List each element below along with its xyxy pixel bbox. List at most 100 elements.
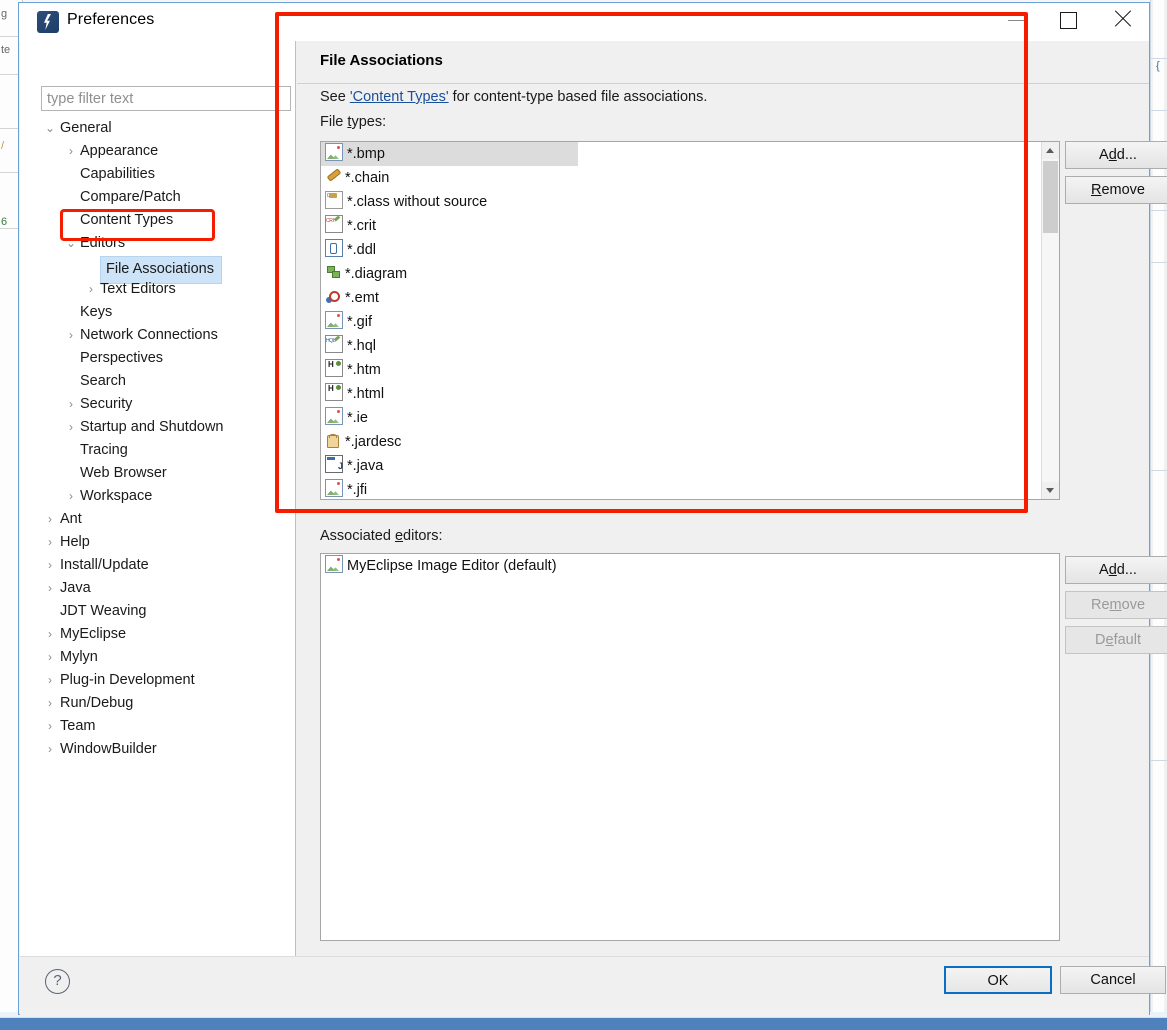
tree-item-java[interactable]: › Java — [38, 577, 296, 600]
list-item[interactable]: *.bmp — [321, 142, 578, 166]
tree-item-security[interactable]: › Security — [38, 393, 296, 416]
tree-item-editors[interactable]: ⌄ Editors — [38, 232, 296, 255]
content-types-link[interactable]: 'Content Types' — [350, 89, 449, 105]
chevron-right-icon[interactable]: › — [64, 485, 78, 508]
chevron-right-icon[interactable]: › — [43, 508, 57, 531]
filter-input[interactable] — [41, 86, 291, 111]
list-item[interactable]: *.ddl — [321, 238, 1041, 262]
tree-item-appearance[interactable]: › Appearance — [38, 140, 296, 163]
tree-item-ant[interactable]: › Ant — [38, 508, 296, 531]
tree-item-label: WindowBuilder — [60, 741, 157, 757]
preferences-tree[interactable]: ⌄ General › Appearance Capabilities Compare/P… — [38, 117, 296, 761]
list-item[interactable]: *.class without source — [321, 184, 1041, 214]
list-item[interactable]: *.jardesc — [321, 430, 1041, 454]
tree-item-label: Perspectives — [80, 350, 164, 366]
chevron-down-icon[interactable]: ⌄ — [43, 117, 57, 140]
tree-item-plug-in-development[interactable]: › Plug-in Development — [38, 669, 296, 692]
chevron-right-icon[interactable]: › — [64, 416, 78, 439]
tree-item-text-editors[interactable]: › Text Editors — [38, 278, 296, 301]
tree-item-install-update[interactable]: › Install/Update — [38, 554, 296, 577]
chevron-right-icon[interactable]: › — [64, 324, 78, 347]
maximize-button[interactable] — [1045, 3, 1091, 35]
tree-item-label: Install/Update — [60, 557, 149, 573]
tree-item-jdt-weaving[interactable]: JDT Weaving — [38, 600, 296, 623]
btn-label-pre: A — [1099, 147, 1109, 163]
list-item[interactable]: *.emt — [321, 286, 1041, 310]
list-item[interactable]: *.chain — [321, 166, 1041, 190]
tree-item-label: Security — [80, 396, 133, 412]
scroll-down-icon[interactable] — [1042, 482, 1059, 499]
help-icon[interactable]: ? — [45, 969, 70, 994]
tree-item-capabilities[interactable]: Capabilities — [38, 163, 296, 186]
file-types-remove-button[interactable]: Remove — [1065, 176, 1167, 204]
class-icon — [325, 184, 343, 209]
tree-item-mylyn[interactable]: › Mylyn — [38, 646, 296, 669]
ide-statusbar — [0, 1017, 1167, 1030]
list-item[interactable]: *.java — [321, 454, 1041, 478]
tree-item-web-browser[interactable]: Web Browser — [38, 462, 296, 485]
tree-item-content-types[interactable]: Content Types — [38, 209, 296, 232]
list-item[interactable]: *.ie — [321, 406, 1041, 430]
chevron-right-icon[interactable]: › — [43, 715, 57, 738]
dialog-footer: ? OK Cancel — [20, 956, 1166, 1015]
preferences-tree-panel: ⌄General›AppearanceCapabilitiesCompare/P… — [20, 41, 296, 956]
tree-item-label: JDT Weaving — [60, 603, 147, 619]
file-types-scrollbar[interactable] — [1041, 142, 1059, 499]
chevron-right-icon[interactable]: › — [84, 278, 98, 301]
list-item-label: MyEclipse Image Editor (default) — [347, 558, 557, 574]
list-item[interactable]: *.diagram — [321, 262, 1041, 286]
tree-item-tracing[interactable]: Tracing — [38, 439, 296, 462]
file-types-list[interactable]: *.bmp *.chain *.class without source *.crit… — [320, 141, 1060, 500]
list-item[interactable]: *.jfi — [321, 478, 1041, 502]
image-icon — [325, 555, 343, 573]
chevron-right-icon[interactable]: › — [43, 646, 57, 669]
list-item[interactable]: *.htm — [321, 353, 1041, 382]
tree-item-run-debug[interactable]: › Run/Debug — [38, 692, 296, 715]
list-item-label: *.gif — [347, 314, 372, 330]
list-item[interactable]: *.crit — [321, 209, 1041, 238]
tree-item-general[interactable]: ⌄ General — [38, 117, 296, 140]
minimize-button[interactable] — [994, 3, 1040, 35]
scrollbar-thumb[interactable] — [1043, 161, 1058, 233]
list-item-label: *.chain — [345, 170, 390, 186]
tree-item-windowbuilder[interactable]: › WindowBuilder — [38, 738, 296, 761]
tree-item-network-connections[interactable]: › Network Connections — [38, 324, 296, 347]
tree-item-compare-patch[interactable]: Compare/Patch — [38, 186, 296, 209]
list-item[interactable]: *.hql — [321, 329, 1041, 358]
ok-button[interactable]: OK — [944, 966, 1052, 994]
tree-item-perspectives[interactable]: Perspectives — [38, 347, 296, 370]
tree-item-team[interactable]: › Team — [38, 715, 296, 738]
chevron-right-icon[interactable]: › — [43, 738, 57, 761]
hint-suffix: for content-type based file associations… — [448, 89, 708, 105]
cancel-button[interactable]: Cancel — [1060, 966, 1166, 994]
chevron-right-icon[interactable]: › — [43, 577, 57, 600]
associated-editors-list[interactable]: MyEclipse Image Editor (default) — [320, 553, 1060, 941]
tree-item-workspace[interactable]: › Workspace — [38, 485, 296, 508]
list-item[interactable]: *.html — [321, 377, 1041, 406]
chevron-right-icon[interactable]: › — [43, 554, 57, 577]
chevron-right-icon[interactable]: › — [43, 623, 57, 646]
editors-add-button[interactable]: Add... — [1065, 556, 1167, 584]
chevron-down-icon[interactable]: ⌄ — [64, 232, 78, 255]
chevron-right-icon[interactable]: › — [43, 531, 57, 554]
chevron-right-icon[interactable]: › — [64, 140, 78, 163]
scroll-up-icon[interactable] — [1042, 142, 1059, 159]
chevron-right-icon[interactable]: › — [43, 669, 57, 692]
tree-item-help[interactable]: › Help — [38, 531, 296, 554]
btn-label-mnemonic: d — [1108, 562, 1117, 578]
close-button[interactable] — [1104, 3, 1150, 35]
list-item-label: *.jardesc — [345, 434, 402, 450]
list-item[interactable]: MyEclipse Image Editor (default) — [321, 554, 1057, 578]
tree-item-label: MyEclipse — [60, 626, 127, 642]
tree-item-myeclipse[interactable]: › MyEclipse — [38, 623, 296, 646]
list-item[interactable]: *.gif — [321, 310, 1041, 334]
tree-item-file-associations[interactable]: File Associations — [38, 255, 296, 284]
chevron-right-icon[interactable]: › — [64, 393, 78, 416]
tree-item-startup-and-shutdown[interactable]: › Startup and Shutdown — [38, 416, 296, 439]
minimize-icon — [1008, 20, 1026, 21]
chevron-right-icon[interactable]: › — [43, 692, 57, 715]
file-types-add-button[interactable]: Add... — [1065, 141, 1167, 169]
tree-item-keys[interactable]: Keys — [38, 301, 296, 324]
tree-item-search[interactable]: Search — [38, 370, 296, 393]
